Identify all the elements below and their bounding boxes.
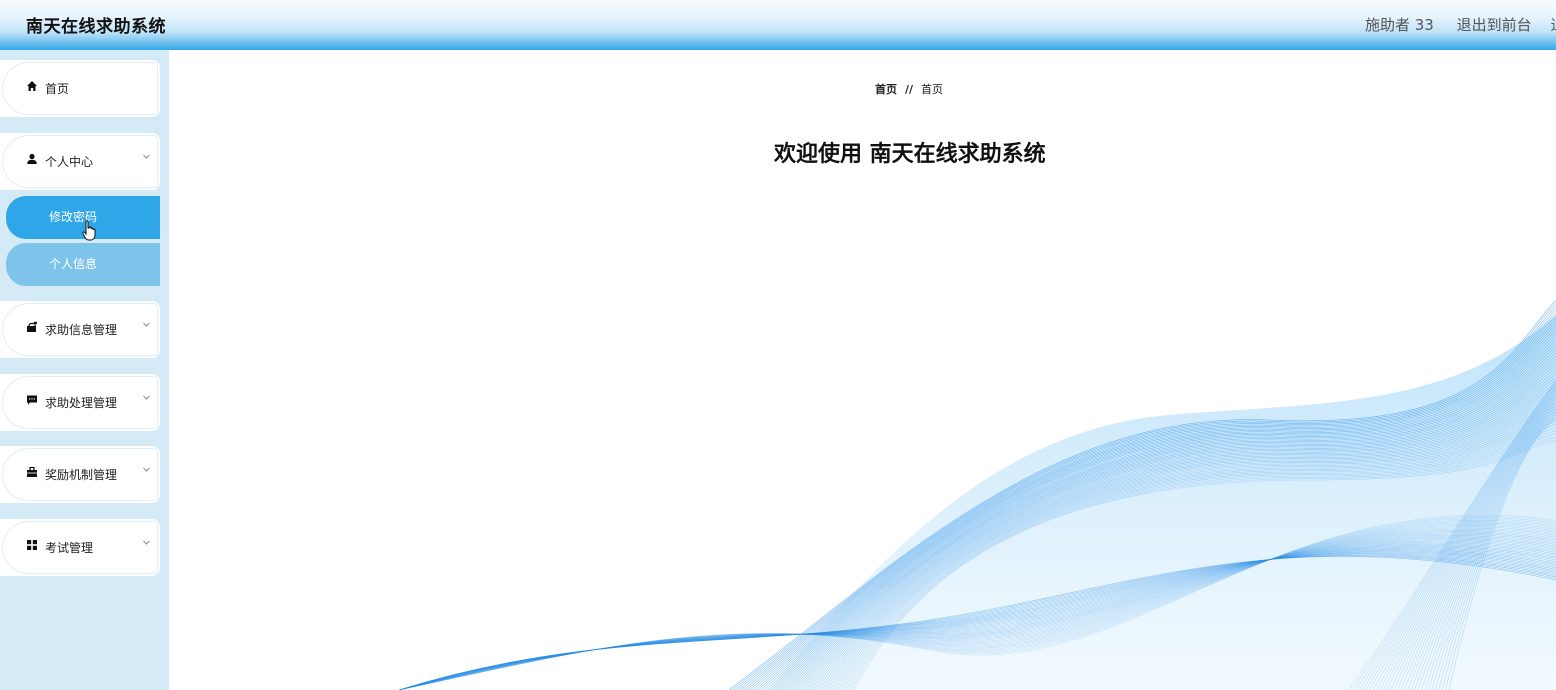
top-header: 南天在线求助系统 施助者 33 退出到前台 退 — [0, 0, 1556, 50]
sidebar-item-personal-center[interactable]: 个人中心 — [0, 133, 160, 190]
chevron-down-icon — [142, 464, 151, 477]
chevron-down-icon — [142, 319, 151, 332]
home-icon — [25, 80, 39, 94]
sidebar-item-help-info[interactable]: 求助信息管理 — [0, 301, 160, 358]
chevron-down-icon — [142, 151, 151, 164]
user-icon — [25, 153, 39, 167]
sidebar-item-label: 首页 — [45, 82, 70, 96]
breadcrumb-home-link[interactable]: 首页 — [875, 83, 897, 96]
logout-link[interactable]: 退 — [1550, 14, 1556, 35]
hand-cursor-icon — [82, 220, 96, 241]
sidebar-item-help-processing[interactable]: 求助处理管理 — [0, 374, 160, 431]
breadcrumb-separator: // — [905, 83, 914, 96]
chevron-down-icon — [142, 392, 151, 405]
sidebar-item-label: 求助信息管理 — [45, 323, 118, 337]
chevron-down-icon — [142, 537, 151, 550]
briefcase-icon — [25, 466, 39, 480]
header-actions: 施助者 33 退出到前台 退 — [1365, 14, 1556, 35]
sidebar-item-label: 个人中心 — [45, 155, 94, 169]
sidebar-item-exam[interactable]: 考试管理 — [0, 519, 160, 576]
mailbox-icon — [25, 321, 39, 335]
sidebar-item-home[interactable]: 首页 — [0, 60, 160, 117]
welcome-title: 欢迎使用 南天在线求助系统 — [774, 142, 1046, 167]
current-user: 施助者 33 — [1365, 16, 1434, 34]
submenu-item-personal-info[interactable]: 个人信息 — [6, 243, 160, 286]
sidebar-item-label: 奖励机制管理 — [45, 468, 118, 482]
sidebar-item-label: 考试管理 — [45, 541, 94, 555]
app-title: 南天在线求助系统 — [26, 17, 166, 37]
grid-icon — [25, 539, 39, 553]
comment-icon — [25, 394, 39, 408]
main-content: 首页 // 首页 欢迎使用 南天在线求助系统 — [169, 50, 1556, 690]
sidebar-item-reward-mechanism[interactable]: 奖励机制管理 — [0, 446, 160, 503]
sidebar: 首页 个人中心 修改密码 个人信息 求助信息管理 求助处理管理 奖励机制管理 考… — [0, 50, 169, 690]
breadcrumb: 首页 // 首页 — [875, 81, 943, 97]
sidebar-item-label: 求助处理管理 — [45, 396, 118, 410]
breadcrumb-current: 首页 — [921, 83, 944, 96]
back-to-front-link[interactable]: 退出到前台 — [1457, 14, 1532, 35]
